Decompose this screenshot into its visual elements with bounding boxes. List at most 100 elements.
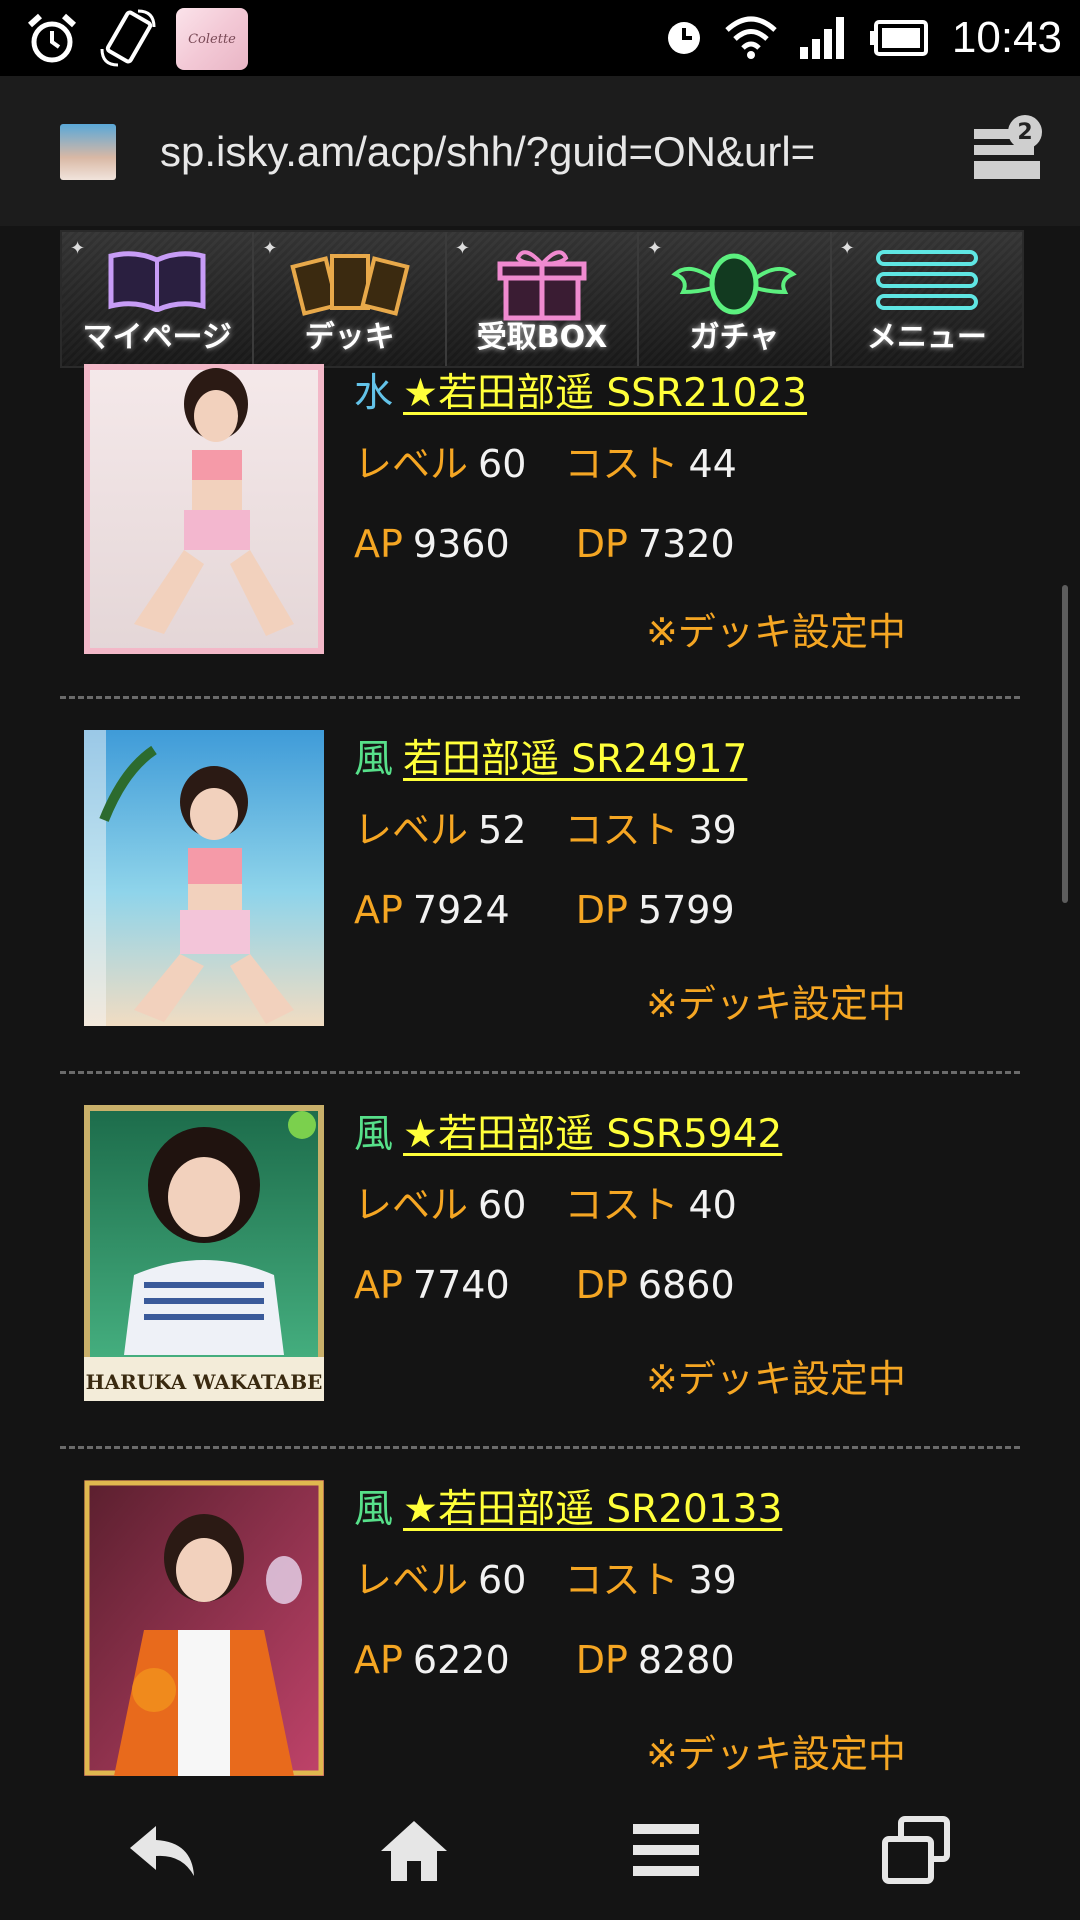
ap-label: AP [354, 1638, 403, 1682]
back-icon [130, 1826, 194, 1876]
divider [60, 1446, 1020, 1449]
bottom-navigation [0, 1780, 1080, 1920]
ap-value: 7740 [412, 1263, 510, 1307]
ap-dp-row: AP 7924 DP 5799 [354, 870, 747, 950]
card-image[interactable]: HARUKA WAKATABE [84, 1105, 324, 1401]
attribute-label: 風 [354, 1112, 394, 1157]
divider [60, 696, 1020, 699]
site-favicon [60, 124, 116, 180]
dp-label: DP [575, 522, 628, 566]
book-icon [108, 251, 206, 312]
menu-button[interactable] [626, 1810, 706, 1890]
level-cost-row: レベル 60 コスト 44 [354, 424, 807, 504]
dp-label: DP [575, 1638, 628, 1682]
menu-gacha-button[interactable]: ✦ ガチャ [639, 232, 832, 366]
cards-icon [289, 254, 410, 316]
home-icon [381, 1821, 447, 1881]
card-image[interactable] [84, 730, 324, 1026]
game-top-menu: ✦ マイページ ✦ デッキ ✦ 受取BOX ✦ ガチャ ✦ メニュー [60, 230, 1024, 368]
deck-status: ※デッキ設定中 [646, 1732, 906, 1776]
deck-status: ※デッキ設定中 [646, 1357, 906, 1401]
cost-label: コスト [564, 1558, 679, 1602]
card-name-link[interactable]: ★若田部遥 SR20133 [403, 1487, 782, 1532]
cost-label: コスト [564, 442, 679, 486]
level-cost-row: レベル 60 コスト 39 [354, 1540, 782, 1620]
sparkle-icon: ✦ [647, 238, 663, 259]
menu-gacha-label: ガチャ [689, 320, 780, 355]
cost-value: 44 [688, 442, 737, 486]
card-caption: HARUKA WAKATABE [86, 1370, 323, 1394]
cost-value: 39 [688, 1558, 737, 1602]
cost-value: 40 [688, 1183, 737, 1227]
ap-label: AP [354, 888, 403, 932]
card-name-link[interactable]: 若田部遥 SR24917 [403, 737, 747, 782]
dp-label: DP [575, 888, 628, 932]
level-value: 60 [478, 442, 527, 486]
card-title: 風若田部遥 SR24917 [354, 730, 747, 790]
dp-value: 7320 [637, 522, 735, 566]
card-title: 水 ★若田部遥 SSR21023 [354, 364, 807, 424]
url-text[interactable]: sp.isky.am/acp/shh/?guid=ON&url= [160, 128, 815, 176]
level-label: レベル [354, 808, 469, 852]
sparkle-icon: ✦ [70, 238, 86, 259]
home-button[interactable] [374, 1810, 454, 1890]
card-name-link[interactable]: ★若田部遥 SSR5942 [403, 1112, 782, 1157]
screen-rotate-icon [100, 9, 156, 67]
deck-status: ※デッキ設定中 [646, 982, 906, 1026]
cost-value: 39 [688, 808, 737, 852]
ap-dp-row: AP 7740 DP 6860 [354, 1245, 782, 1325]
windows-icon [882, 1816, 950, 1884]
sparkle-icon: ✦ [839, 238, 855, 259]
ap-label: AP [354, 1263, 403, 1307]
card-image[interactable] [84, 1480, 324, 1776]
level-value: 60 [478, 1558, 527, 1602]
level-cost-row: レベル 60 コスト 40 [354, 1165, 782, 1245]
ap-dp-row: AP 6220 DP 8280 [354, 1620, 782, 1700]
attribute-label: 水 [354, 371, 394, 416]
card-list-item[interactable]: 風若田部遥 SR24917 レベル 52 コスト 39 AP 7924 DP 5799 … [60, 730, 1020, 1106]
clock-icon [667, 22, 700, 54]
ap-value: 7924 [412, 888, 510, 932]
tabs-button[interactable]: 2 [970, 115, 1042, 185]
menu-mypage-label: マイページ [82, 320, 232, 355]
ap-dp-row: AP 9360 DP 7320 [354, 504, 807, 584]
dp-value: 5799 [637, 888, 735, 932]
divider [60, 1071, 1020, 1074]
card-title: 風 ★若田部遥 SSR5942 [354, 1105, 782, 1165]
app-notification-icon: Colette [176, 8, 248, 70]
attribute-label: 風 [354, 1487, 394, 1532]
back-button[interactable] [122, 1810, 202, 1890]
gift-icon [497, 250, 587, 321]
clock-time: 10:43 [951, 13, 1062, 62]
dp-value: 8280 [637, 1638, 735, 1682]
menu-menu-button[interactable]: ✦ メニュー [831, 232, 1023, 366]
card-title: 風 ★若田部遥 SR20133 [354, 1480, 782, 1540]
signal-icon [799, 17, 844, 59]
sparkle-icon: ✦ [262, 238, 278, 259]
level-label: レベル [354, 442, 469, 486]
ap-value: 9360 [412, 522, 510, 566]
menu-menu-label: メニュー [866, 320, 987, 355]
tab-count-badge: 2 [1008, 115, 1042, 149]
ap-label: AP [354, 522, 403, 566]
alarm-icon [27, 13, 77, 63]
card-list-item[interactable]: HARUKA WAKATABE 風 ★若田部遥 SSR5942 レベル 60 コスト… [60, 1105, 1020, 1481]
dp-value: 6860 [637, 1263, 735, 1307]
menu-deck-label: デッキ [304, 320, 395, 355]
battery-icon [869, 20, 928, 56]
windows-button[interactable] [876, 1810, 956, 1890]
menu-mypage-button[interactable]: ✦ マイページ [62, 232, 255, 366]
cost-label: コスト [564, 808, 679, 852]
wifi-icon [725, 16, 777, 59]
list-icon [875, 250, 978, 310]
sparkle-icon: ✦ [454, 238, 470, 259]
level-value: 60 [478, 1183, 527, 1227]
scrollbar[interactable] [1062, 585, 1068, 903]
card-list-item[interactable]: 水 ★若田部遥 SSR21023 レベル 60 コスト 44 AP 9360 DP 732… [60, 364, 1020, 740]
menu-giftbox-button[interactable]: ✦ 受取BOX [446, 232, 640, 366]
level-value: 52 [478, 808, 527, 852]
menu-deck-button[interactable]: ✦ デッキ [254, 232, 447, 366]
card-name-link[interactable]: ★若田部遥 SSR21023 [403, 371, 807, 416]
dp-label: DP [575, 1263, 628, 1307]
card-image[interactable] [84, 364, 324, 654]
